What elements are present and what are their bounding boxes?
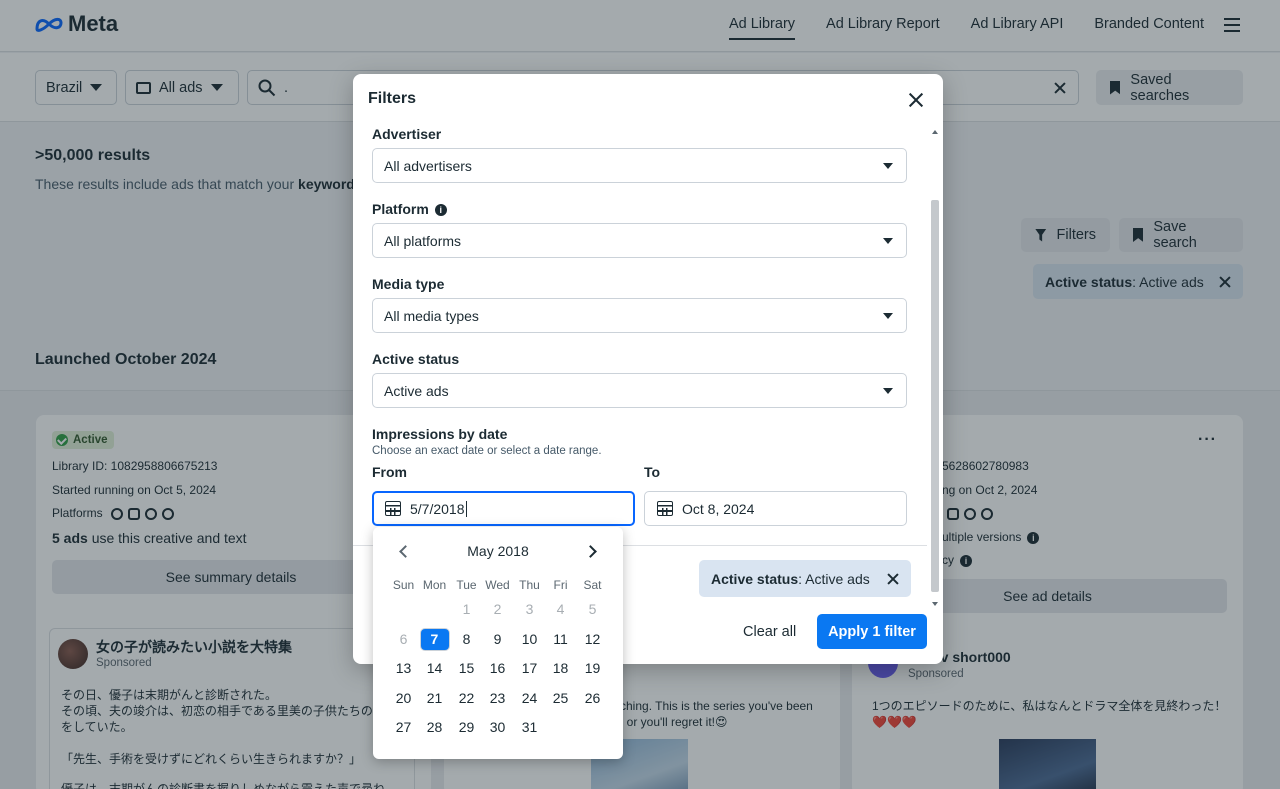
calendar-day[interactable]: 24 — [515, 687, 545, 710]
apply-filter-button[interactable]: Apply 1 filter — [817, 614, 927, 649]
active-status-label: Active status — [372, 351, 460, 367]
calendar-day[interactable]: 22 — [452, 687, 482, 710]
media-type-select-value: All media types — [384, 307, 479, 324]
impressions-label: Impressions by date — [372, 426, 508, 442]
calendar-day: 4 — [556, 601, 565, 617]
modal-scrollbar[interactable] — [929, 126, 941, 608]
weekday-header: Sat — [583, 578, 602, 592]
weekday-header: Fri — [553, 578, 568, 592]
advertiser-label: Advertiser — [372, 126, 442, 142]
advertiser-select[interactable]: All advertisers — [372, 148, 907, 183]
to-date-value: Oct 8, 2024 — [682, 500, 755, 517]
calendar-day[interactable]: 8 — [452, 628, 482, 651]
media-type-select[interactable]: All media types — [372, 298, 907, 333]
calendar-day[interactable]: 12 — [578, 628, 608, 651]
weekday-header: Thu — [519, 578, 540, 592]
chevron-down-icon — [883, 312, 893, 319]
calendar-day[interactable]: 30 — [483, 716, 513, 739]
chip-text: Active status: Active ads — [711, 570, 870, 587]
calendar-day[interactable]: 11 — [546, 628, 576, 651]
calendar-day[interactable]: 13 — [389, 657, 419, 680]
chevron-down-icon — [883, 237, 893, 244]
calendar-day[interactable]: 16 — [483, 657, 513, 680]
to-date-input[interactable]: Oct 8, 2024 — [644, 491, 907, 526]
weekday-header: Mon — [422, 578, 447, 592]
weekday-header: Wed — [485, 578, 510, 592]
calendar-day[interactable]: 29 — [452, 716, 482, 739]
calendar-day: 5 — [588, 601, 597, 617]
calendar-day: 3 — [525, 601, 534, 617]
modal-title: Filters — [368, 90, 417, 107]
calendar-day: 2 — [493, 601, 502, 617]
date-picker-calendar: May 2018 Sun Mon Tue Wed Thu Fri Sat 1 2 3 4 5 6 7 8 9 1… — [373, 527, 623, 759]
from-date-value: 5/7/2018 — [410, 500, 465, 517]
impressions-hint: Choose an exact date or select a date ra… — [372, 445, 602, 457]
calendar-day[interactable]: 28 — [420, 716, 450, 739]
calendar-day[interactable]: 7 — [419, 627, 450, 651]
scroll-thumb[interactable] — [931, 200, 939, 592]
from-label: From — [372, 464, 407, 480]
calendar-day[interactable]: 17 — [515, 657, 545, 680]
chevron-down-icon — [883, 162, 893, 169]
chevron-down-icon — [883, 387, 893, 394]
calendar-day: 6 — [399, 630, 408, 647]
to-label: To — [644, 464, 661, 480]
from-date-input[interactable]: 5/7/2018 — [372, 491, 635, 526]
calendar-day[interactable]: 26 — [578, 687, 608, 710]
platform-select-value: All platforms — [384, 232, 462, 249]
calendar-icon — [385, 501, 401, 516]
media-type-label: Media type — [372, 276, 445, 292]
calendar-icon — [657, 501, 673, 516]
calendar-day[interactable]: 19 — [578, 657, 608, 680]
remove-chip-icon[interactable] — [887, 573, 899, 585]
active-status-select-value: Active ads — [384, 382, 449, 399]
calendar-day[interactable]: 31 — [515, 716, 545, 739]
scroll-down-icon[interactable] — [932, 602, 938, 606]
text-cursor — [465, 500, 467, 517]
weekday-header: Tue — [456, 578, 477, 592]
calendar-day[interactable]: 14 — [420, 657, 450, 680]
weekday-header: Sun — [392, 578, 415, 592]
calendar-day[interactable]: 18 — [546, 657, 576, 680]
calendar-day: 1 — [462, 601, 471, 617]
advertiser-select-value: All advertisers — [384, 157, 472, 174]
calendar-day[interactable]: 25 — [546, 687, 576, 710]
active-status-select[interactable]: Active ads — [372, 373, 907, 408]
calendar-day[interactable]: 21 — [420, 687, 450, 710]
calendar-day[interactable]: 27 — [389, 716, 419, 739]
info-icon[interactable]: i — [434, 204, 447, 217]
platform-label: Platform i — [372, 201, 447, 217]
clear-all-button[interactable]: Clear all — [743, 614, 796, 649]
close-icon[interactable] — [908, 92, 924, 108]
scroll-up-icon[interactable] — [932, 130, 938, 134]
active-status-chip: Active status: Active ads — [699, 560, 911, 597]
calendar-day[interactable]: 9 — [483, 628, 513, 651]
calendar-day[interactable]: 15 — [452, 657, 482, 680]
calendar-day[interactable]: 20 — [389, 687, 419, 710]
platform-select[interactable]: All platforms — [372, 223, 907, 258]
calendar-day[interactable]: 10 — [515, 628, 545, 651]
calendar-day[interactable]: 23 — [483, 687, 513, 710]
